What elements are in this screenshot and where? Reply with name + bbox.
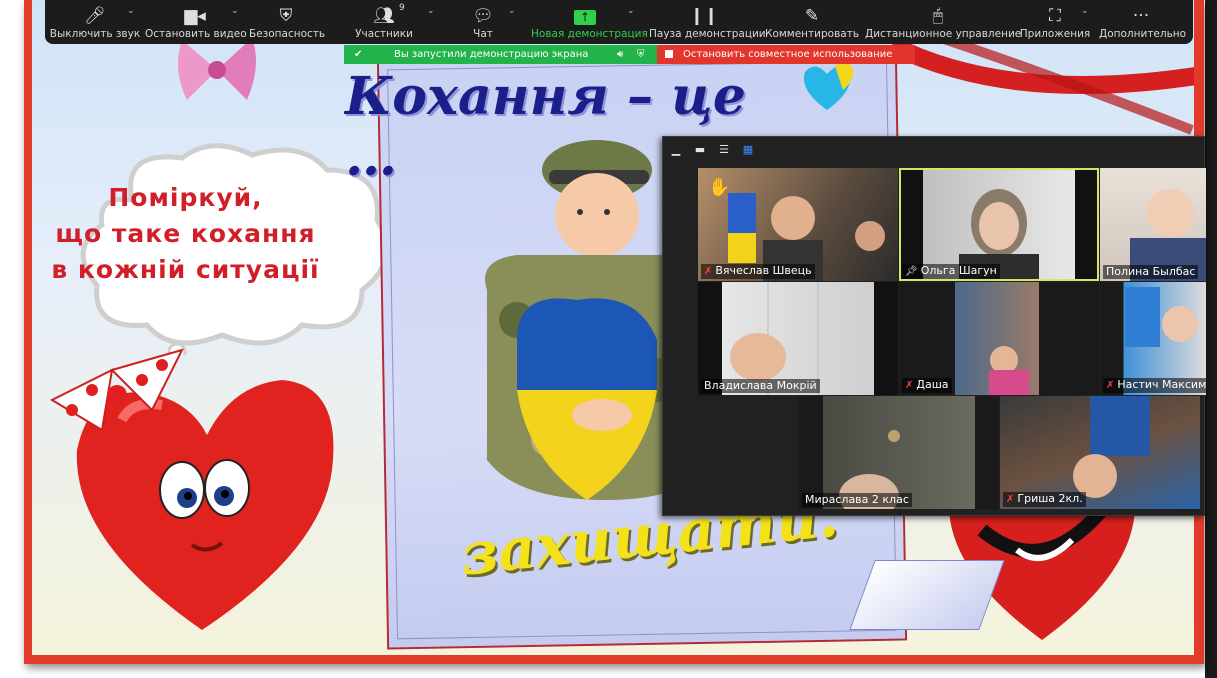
chevron-down-icon[interactable]: ⌄ (127, 6, 135, 16)
mute-button[interactable]: 🎤︎ Выключить звук ⌄ (47, 0, 143, 44)
video-tile[interactable]: ✗ Гриша 2кл. (1000, 396, 1200, 509)
remote-control-button[interactable]: 🖱︎ Дистанционное управление (865, 0, 1022, 44)
apps-label: Приложения (1019, 28, 1091, 40)
video-tile-active-speaker[interactable]: 📌︎ Ольга Шагун (899, 168, 1099, 281)
speaker-view-icon[interactable]: ▬ (693, 143, 707, 157)
video-camera-icon: ▆◂ (184, 6, 206, 26)
participant-name: 📌︎ Ольга Шагун (902, 264, 1000, 279)
svg-text:✋: ✋ (708, 176, 730, 198)
annotate-label: Комментировать (765, 28, 860, 40)
muted-mic-icon: ✗ (1106, 380, 1115, 391)
video-tile[interactable]: Владислава Мокрій (698, 282, 898, 395)
share-screen-icon: ↑ (531, 0, 639, 28)
sharing-status-text: Вы запустили демонстрацию экрана (394, 49, 589, 60)
participant-name: ✗ Настич Максим (1103, 378, 1206, 393)
participant-name: ✗ Гриша 2кл. (1003, 492, 1086, 507)
participant-name: Мирaслава 2 клас (802, 493, 912, 507)
apps-button[interactable]: ⛶ Приложения ⌄ (1019, 0, 1091, 44)
pin-icon: 📌︎ (905, 266, 918, 277)
participant-name: ✗ Вячеслав Швець (701, 264, 815, 279)
video-tile[interactable]: Полина Былбас (1100, 168, 1206, 281)
chevron-down-icon[interactable]: ⌄ (231, 6, 239, 16)
participants-icon: 👥︎ (373, 6, 395, 26)
chevron-down-icon[interactable]: ⌄ (1081, 6, 1089, 16)
new-share-button[interactable]: ↑ Новая демонстрация ⌄ (531, 0, 648, 44)
chevron-down-icon[interactable]: ⌄ (427, 6, 435, 16)
gallery-view-icon[interactable]: ▦ (741, 143, 755, 157)
pause-share-label: Пауза демонстрации (649, 28, 766, 40)
screen: Кохання – це … захищати. Поміркуй, що та… (0, 0, 1217, 678)
mouse-icon: 🖱︎ (932, 6, 944, 26)
thought-cloud-text: Поміркуй, що таке кохання в кожній ситуа… (48, 180, 323, 288)
chat-bubble-icon: 💬︎ (472, 6, 494, 26)
bubble-line: в кожній ситуації (51, 255, 320, 284)
annotate-button[interactable]: ✎ Комментировать (765, 0, 859, 44)
pause-icon: ❙❙ (689, 6, 719, 26)
chevron-down-icon[interactable]: ⌄ (627, 6, 635, 16)
new-share-label: Новая демонстрация (531, 28, 648, 40)
participants-button[interactable]: 👥︎ Участники 9 ⌄ (349, 0, 434, 44)
video-tile[interactable]: Мирaслава 2 клас (799, 396, 999, 509)
chevron-down-icon[interactable]: ⌄ (508, 6, 516, 16)
mute-label: Выключить звук (49, 28, 141, 40)
page-curl (849, 560, 1005, 630)
participant-name: ✗ Даша (902, 378, 952, 393)
muted-mic-icon: ✗ (1006, 494, 1015, 505)
video-label: Остановить видео (145, 28, 247, 40)
more-dots-icon: ··· (1132, 6, 1150, 26)
meeting-toolbar: 🎤︎ Выключить звук ⌄ ▆◂ Остановить видео … (45, 0, 1193, 44)
chat-label: Чат (473, 28, 493, 40)
shield-icon: ⛨ (637, 49, 645, 60)
more-label: Дополнительно (1099, 28, 1187, 40)
pause-share-button[interactable]: ❙❙ Пауза демонстрации (649, 0, 766, 44)
heart-character (49, 348, 334, 630)
participant-name: Владислава Мокрій (701, 379, 820, 393)
chat-button[interactable]: 💬︎ Чат ⌄ (463, 0, 515, 44)
remote-control-label: Дистанционное управление (865, 28, 1022, 40)
drag-handle-icon[interactable]: ✔ (354, 45, 362, 64)
red-ribbon-decoration (892, 35, 1194, 135)
participants-label: Участники (355, 28, 413, 40)
security-label: Безопасность (249, 28, 326, 40)
blue-yellow-heart-icon (803, 62, 854, 110)
video-tile[interactable]: ✗ Даша (899, 282, 1099, 395)
speaker-icon[interactable]: 🔊︎ (617, 45, 623, 64)
minimize-icon[interactable]: ▁ (669, 143, 683, 157)
muted-mic-icon: ✗ (905, 380, 914, 391)
security-button[interactable]: ⛨ Безопасность (249, 0, 326, 44)
muted-mic-icon: ✗ (704, 266, 713, 277)
sharing-status-bar: ✔ Вы запустили демонстрацию экрана 🔊︎ ⛨ (344, 45, 657, 64)
participant-name: Полина Былбас (1103, 265, 1199, 279)
stop-square-icon (665, 50, 673, 58)
bubble-line: що таке кохання (55, 219, 316, 248)
stop-share-label: Остановить совместное использование (683, 49, 893, 60)
bubble-line: Поміркуй, (108, 183, 263, 212)
stop-video-button[interactable]: ▆◂ Остановить видео ⌄ (145, 0, 247, 44)
video-tile[interactable]: ✋ ✗ Вячеслав Швець (698, 168, 898, 281)
participants-gallery: ▁ ▬ ☰ ▦ ✋ ✗ Вячеслав Швець 📌︎ Ольга Шагун (662, 136, 1206, 516)
stop-share-button[interactable]: Остановить совместное использование (657, 45, 915, 64)
video-tile[interactable]: ✗ Настич Максим (1100, 282, 1206, 395)
strip-view-icon[interactable]: ☰ (717, 143, 731, 157)
participants-count: 9 (399, 3, 405, 13)
pen-icon: ✎ (804, 6, 820, 26)
more-button[interactable]: ··· Дополнительно (1099, 0, 1187, 44)
shield-icon: ⛨ (279, 6, 293, 26)
window-edge (1205, 0, 1217, 678)
